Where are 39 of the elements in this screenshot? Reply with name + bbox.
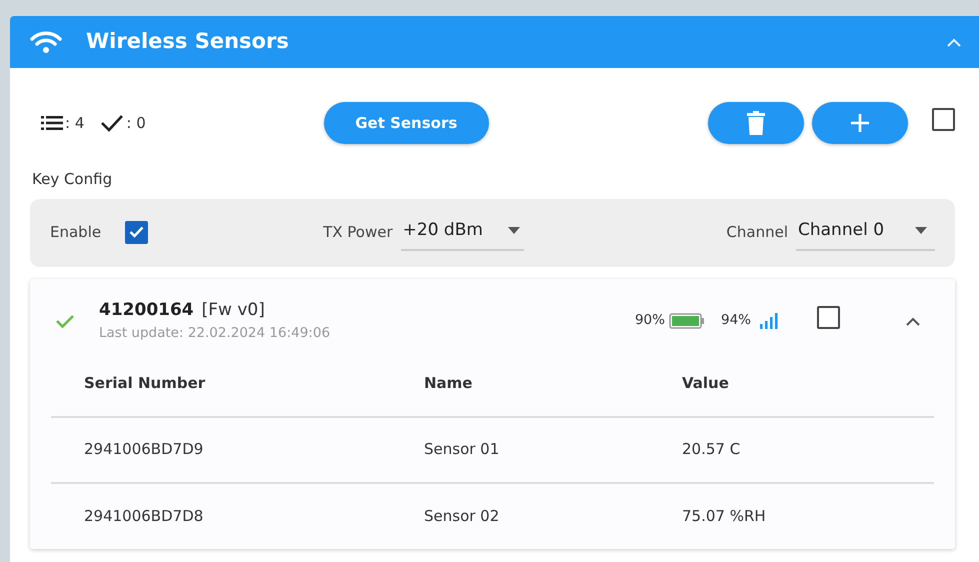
table-cell: 2941006BD7D9 — [51, 416, 391, 482]
firmware-version: [Fw v0] — [202, 298, 265, 322]
channel-dropdown[interactable]: Channel 0 — [796, 214, 935, 252]
signal-icon — [759, 312, 779, 330]
total-count: : 4 — [65, 112, 84, 134]
last-update-text: Last update: 22.02.2024 16:49:06 — [99, 324, 330, 344]
battery-percent: 90% — [634, 311, 665, 330]
column-header: Serial Number — [51, 350, 391, 416]
table-cell: Sensor 01 — [391, 416, 649, 482]
checkmark-icon — [100, 114, 124, 132]
device-checkbox[interactable] — [817, 306, 840, 329]
plus-icon — [851, 114, 869, 132]
select-all-checkbox[interactable] — [932, 108, 955, 132]
table-cell: 20.57 C — [649, 416, 934, 482]
table-cell: Sensor 02 — [391, 482, 649, 548]
checkmark-icon — [129, 226, 144, 238]
table-cell: 2941006BD7D8 — [51, 482, 391, 548]
tx-power-label: TX Power — [323, 222, 393, 244]
section-label: Key Config — [32, 169, 114, 190]
device-id: 41200164 — [99, 298, 194, 322]
signal-percent: 94% — [720, 311, 751, 330]
tx-power-dropdown[interactable]: +20 dBm — [400, 214, 524, 252]
column-header: Value — [649, 350, 934, 416]
channel-label: Channel — [726, 222, 788, 244]
chevron-up-icon[interactable] — [906, 316, 920, 326]
caret-icon — [508, 227, 520, 234]
wifi-icon — [30, 30, 62, 54]
delete-button[interactable] — [708, 102, 804, 144]
caret-icon — [915, 227, 927, 234]
column-header: Name — [391, 350, 649, 416]
enable-label: Enable — [50, 222, 102, 244]
panel-title: Wireless Sensors — [86, 28, 289, 56]
checked-count: : 0 — [126, 112, 146, 134]
add-button[interactable] — [812, 102, 908, 144]
table-cell: 75.07 %RH — [649, 482, 934, 548]
trash-icon — [747, 111, 765, 135]
list-icon — [41, 115, 63, 131]
enable-checkbox[interactable] — [125, 220, 148, 244]
battery-icon — [668, 312, 705, 328]
